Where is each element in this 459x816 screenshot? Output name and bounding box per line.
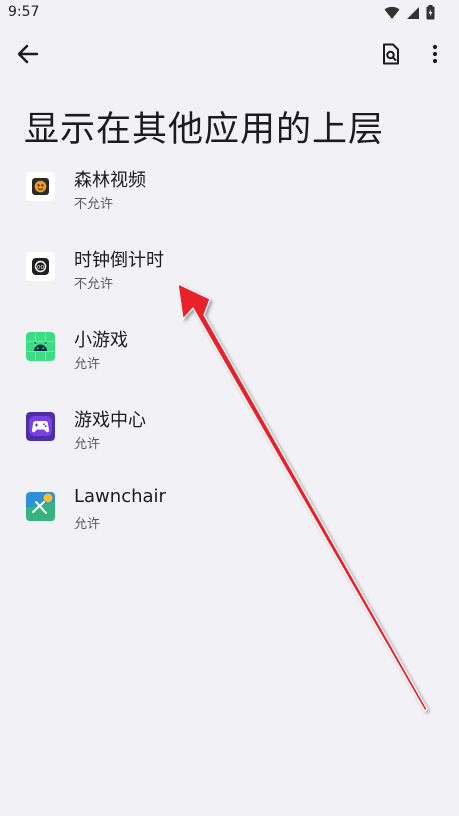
signal-icon <box>407 6 419 19</box>
app-item-clock-countdown[interactable]: 00 时钟倒计时 不允许 <box>0 226 459 306</box>
android-game-icon <box>26 332 55 361</box>
svg-text:00: 00 <box>37 265 44 271</box>
forest-video-icon <box>26 172 55 201</box>
app-permission-status: 允许 <box>74 517 101 532</box>
app-item-mini-game[interactable]: 小游戏 允许 <box>0 306 459 386</box>
back-arrow-icon[interactable] <box>14 40 42 68</box>
status-icons <box>384 5 435 20</box>
app-permission-status: 不允许 <box>74 197 114 212</box>
app-item-game-center[interactable]: 游戏中心 允许 <box>0 386 459 466</box>
battery-icon <box>426 5 435 20</box>
more-vert-icon[interactable] <box>423 41 447 67</box>
app-bar <box>0 26 459 82</box>
app-permission-status: 允许 <box>74 357 101 372</box>
wifi-icon <box>384 6 400 19</box>
status-time: 9:57 <box>8 4 40 20</box>
app-name: 时钟倒计时 <box>74 250 164 271</box>
app-item-lawnchair[interactable]: Lawnchair 允许 <box>0 466 459 546</box>
page-title: 显示在其他应用的上层 <box>24 110 385 151</box>
app-permission-status: 不允许 <box>74 277 114 292</box>
app-name: 森林视频 <box>74 170 146 191</box>
lawnchair-icon <box>26 492 55 521</box>
clock-countdown-icon: 00 <box>26 252 55 281</box>
gamepad-icon <box>26 412 55 441</box>
search-page-icon[interactable] <box>379 42 403 66</box>
app-permission-status: 允许 <box>74 437 101 452</box>
app-name: Lawnchair <box>74 486 166 507</box>
app-name: 小游戏 <box>74 330 128 351</box>
app-item-forest-video[interactable]: 森林视频 不允许 <box>0 146 459 226</box>
app-name: 游戏中心 <box>74 410 146 431</box>
status-bar: 9:57 <box>0 0 459 26</box>
